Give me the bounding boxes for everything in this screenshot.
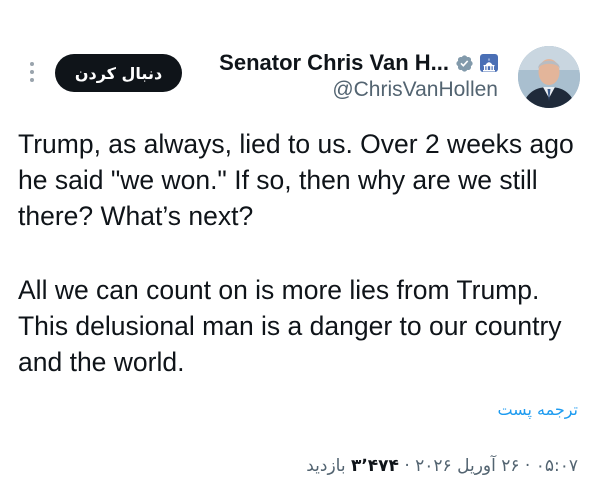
dot bbox=[30, 78, 34, 82]
views-label: بازدید bbox=[306, 456, 351, 476]
translate-post-link[interactable]: ترجمه پست bbox=[497, 400, 578, 419]
meta-separator: · bbox=[519, 456, 536, 476]
dot bbox=[30, 62, 34, 66]
dot bbox=[30, 70, 34, 74]
tweet-card: دنبال کردن Senator Chris Van H... @Chris… bbox=[0, 0, 600, 502]
meta-separator: · bbox=[398, 456, 416, 476]
capitol-glyph bbox=[483, 58, 495, 72]
avatar[interactable] bbox=[518, 46, 580, 108]
tweet-metadata: ۰۵:۰۷ · ۲۶ آوریل ۲۰۲۶ · ۳٬۴۷۴ بازدید bbox=[306, 456, 578, 476]
author-name-row[interactable]: Senator Chris Van H... bbox=[219, 49, 498, 77]
follow-button[interactable]: دنبال کردن bbox=[55, 54, 182, 92]
tweet-time[interactable]: ۰۵:۰۷ bbox=[536, 456, 578, 476]
tweet-paragraph: All we can count on is more lies from Tr… bbox=[18, 275, 562, 377]
capitol-icon bbox=[480, 54, 498, 72]
tweet-date[interactable]: ۲۶ آوریل ۲۰۲۶ bbox=[415, 456, 519, 476]
views-count[interactable]: ۳٬۴۷۴ bbox=[351, 456, 399, 476]
avatar-image bbox=[518, 46, 580, 108]
tweet-paragraph: Trump, as always, lied to us. Over 2 wee… bbox=[18, 129, 574, 231]
author-handle[interactable]: @ChrisVanHollen bbox=[332, 78, 498, 102]
verified-badge-icon bbox=[456, 54, 473, 72]
more-options-icon[interactable] bbox=[24, 58, 40, 86]
author-display-name[interactable]: Senator Chris Van H... bbox=[219, 50, 449, 76]
tweet-text: Trump, as always, lied to us. Over 2 wee… bbox=[18, 126, 588, 380]
